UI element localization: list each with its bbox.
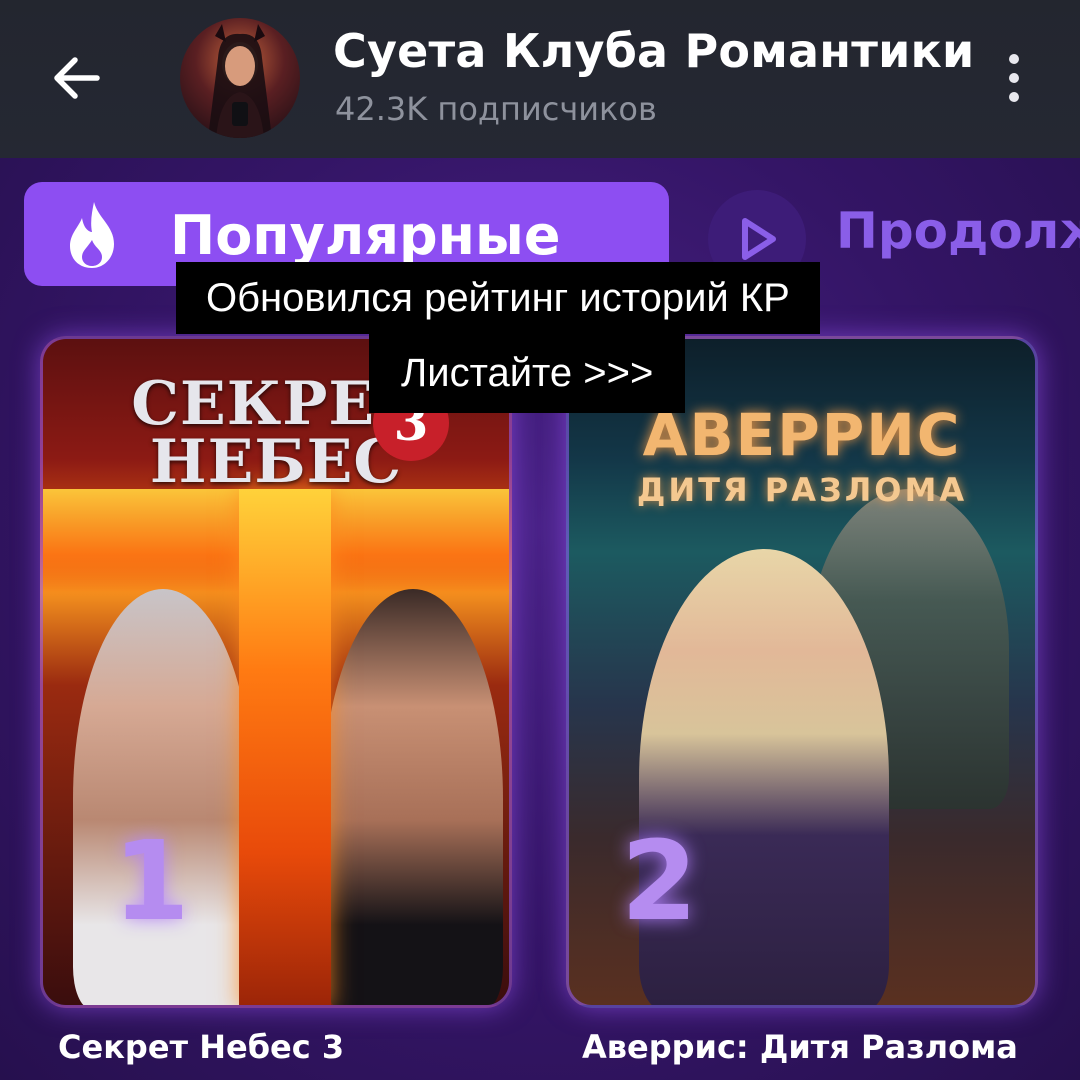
story-card-1: СЕКРЕТ НЕБЕС 3 1 — [40, 336, 512, 1008]
rank-number: 2 — [621, 817, 698, 945]
overlay-caption-line1: Обновился рейтинг историй КР — [176, 262, 820, 334]
fire-column — [239, 489, 331, 1005]
subscriber-count: 42.3K подписчиков — [335, 90, 657, 128]
tab-popular-label: Популярные — [170, 204, 561, 267]
flame-icon — [70, 202, 114, 268]
channel-avatar[interactable] — [180, 18, 300, 138]
tab-continue-label: Продолж — [836, 202, 1080, 260]
channel-header: Суета Клуба Романтики 42.3K подписчиков — [0, 0, 1080, 158]
card-1-caption: Секрет Небес 3 — [58, 1028, 345, 1066]
rank-number: 1 — [113, 817, 190, 945]
avatar-image — [208, 24, 272, 138]
more-vertical-icon — [1009, 54, 1019, 64]
arrow-left-icon — [54, 57, 100, 99]
channel-title[interactable]: Суета Клуба Романтики — [333, 24, 974, 78]
character-left — [73, 589, 253, 1005]
card-2-art-subtitle: ДИТЯ РАЗЛОМА — [636, 471, 968, 509]
more-vertical-icon-dot — [1009, 92, 1019, 102]
back-button[interactable] — [44, 48, 108, 108]
story-card-2: АВЕРРИС ДИТЯ РАЗЛОМА 2 — [566, 336, 1038, 1008]
more-options-button[interactable] — [992, 50, 1036, 106]
card-2-caption: Аверрис: Дитя Разлома — [582, 1028, 1018, 1066]
overlay-caption-line2: Листайте >>> — [369, 333, 686, 413]
play-icon — [742, 218, 776, 260]
more-vertical-icon-dot — [1009, 73, 1019, 83]
character-right — [323, 589, 503, 1005]
